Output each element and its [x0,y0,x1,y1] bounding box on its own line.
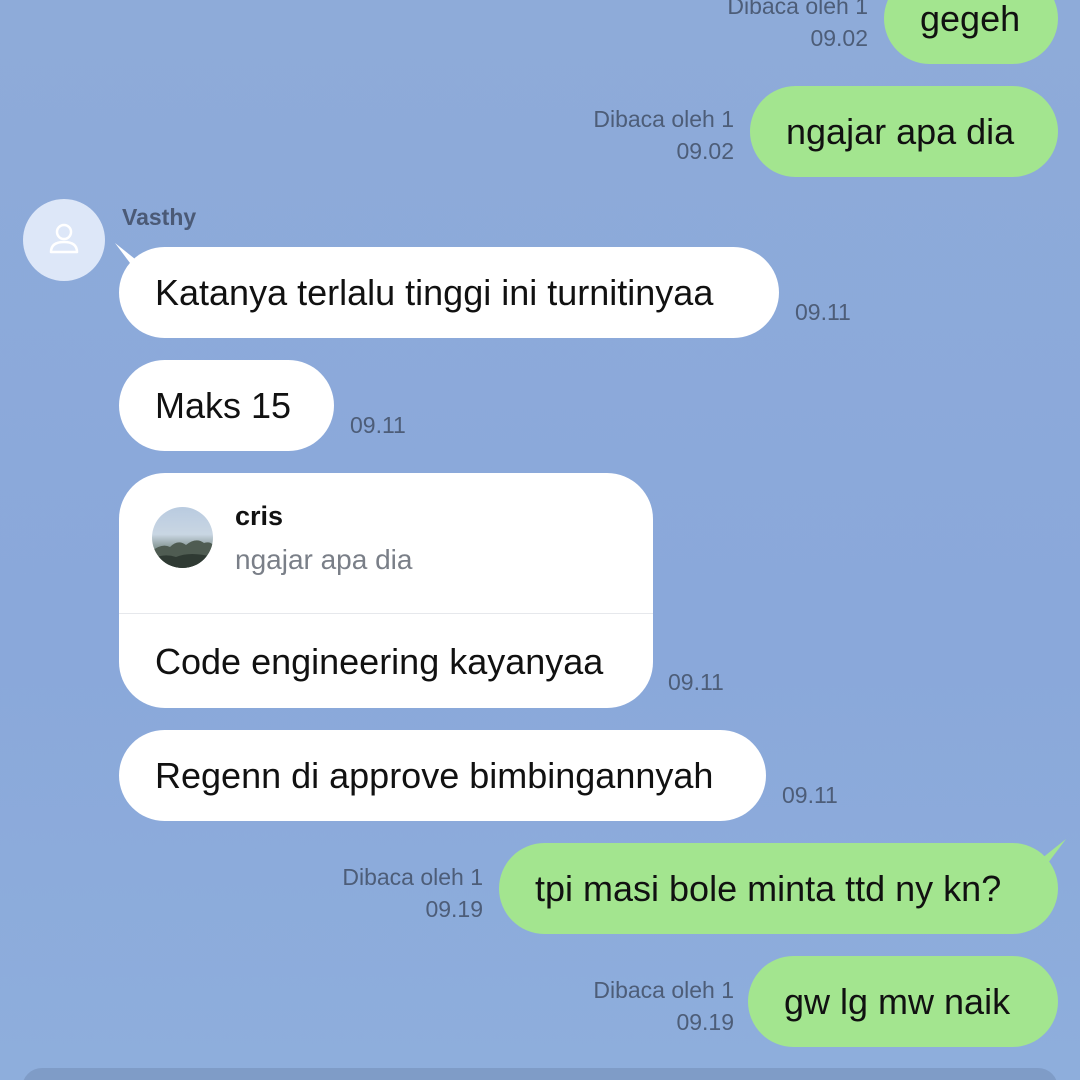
message-time: 09.19 [676,1009,734,1035]
quoted-message[interactable]: cris ngajar apa dia [119,473,653,613]
contact-avatar[interactable] [23,199,105,281]
quoted-text: ngajar apa dia [235,544,413,575]
message-time: 09.19 [425,896,483,922]
chat-area[interactable]: Dibaca oleh 1 09.02 gegeh Dibaca oleh 1 … [0,0,1080,1080]
message-input-bar[interactable] [22,1068,1058,1080]
message-time: 09.11 [795,299,851,325]
incoming-message-bubble[interactable]: Regenn di approve bimbingannyah [119,730,766,821]
message-time: 09.11 [782,782,838,808]
message-meta: Dibaca oleh 1 09.19 [342,861,483,925]
message-meta: Dibaca oleh 1 09.19 [593,974,734,1038]
read-receipt: Dibaca oleh 1 [593,977,734,1003]
message-text: Maks 15 [155,384,292,426]
message-text: gw lg mw naik [784,980,1011,1022]
message-text: Katanya terlalu tinggi ini turnitinyaa [155,271,714,313]
message-text: Code engineering kayanyaa [155,641,604,682]
message-time: 09.11 [668,669,724,695]
message-meta: Dibaca oleh 1 09.02 [593,103,734,167]
message-text: ngajar apa dia [786,110,1015,152]
message-time: 09.02 [810,25,868,51]
read-receipt: Dibaca oleh 1 [593,106,734,132]
outgoing-message-bubble[interactable]: tpi masi bole minta ttd ny kn? [499,843,1058,934]
incoming-message-bubble[interactable]: Katanya terlalu tinggi ini turnitinyaa [119,247,779,338]
reply-author: cris [235,501,284,531]
message-text: tpi masi bole minta ttd ny kn? [535,867,1002,909]
reply-divider [119,613,653,614]
reply-author-avatar [152,507,213,568]
read-receipt: Dibaca oleh 1 [342,864,483,890]
reply-message-bubble[interactable]: cris ngajar apa dia Code engineering kay… [119,473,653,708]
message-text: Regenn di approve bimbingannyah [155,754,714,796]
read-receipt: Dibaca oleh 1 [727,0,868,19]
message-time: 09.02 [676,138,734,164]
message-time: 09.11 [350,412,406,438]
outgoing-message-bubble[interactable]: gw lg mw naik [748,956,1058,1047]
person-icon [47,221,81,260]
message-text: gegeh [920,0,1021,39]
message-meta: Dibaca oleh 1 09.02 [727,0,868,54]
sender-name: Vasthy [122,204,197,230]
outgoing-message-bubble[interactable]: ngajar apa dia [750,86,1058,177]
outgoing-message-bubble[interactable]: gegeh [884,0,1058,64]
incoming-message-bubble[interactable]: Maks 15 [119,360,334,451]
